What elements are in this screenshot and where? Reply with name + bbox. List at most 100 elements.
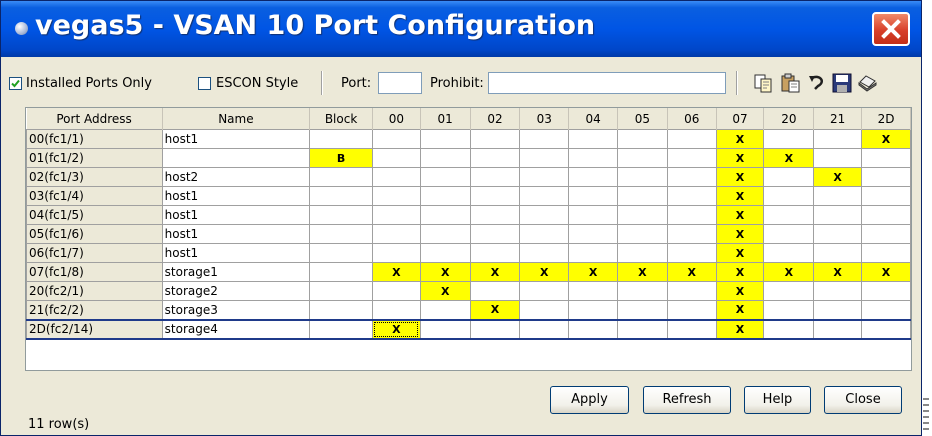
prohibit-cell[interactable]: X bbox=[861, 262, 911, 282]
block-cell[interactable] bbox=[309, 224, 373, 244]
prohibit-cell[interactable] bbox=[813, 281, 863, 301]
save-icon[interactable] bbox=[831, 72, 853, 94]
prohibit-cell[interactable] bbox=[469, 224, 521, 244]
prohibit-cell[interactable] bbox=[371, 300, 421, 320]
table-row[interactable]: 07(fc1/8) storage1 X X X X X X X X X X X bbox=[26, 262, 911, 282]
prohibit-cell[interactable]: X bbox=[715, 318, 765, 340]
paste-icon[interactable] bbox=[780, 72, 802, 94]
port-name-cell[interactable]: host1 bbox=[161, 186, 311, 206]
port-name-cell[interactable]: host1 bbox=[161, 224, 311, 244]
prohibit-cell[interactable] bbox=[568, 167, 619, 187]
prohibit-cell[interactable] bbox=[371, 186, 421, 206]
prohibit-cell[interactable] bbox=[666, 148, 717, 168]
prohibit-cell[interactable] bbox=[371, 243, 421, 263]
prohibit-cell[interactable]: X bbox=[763, 262, 815, 282]
prohibit-cell[interactable]: X bbox=[715, 186, 765, 206]
prohibit-cell[interactable] bbox=[763, 167, 815, 187]
prohibit-cell[interactable]: X bbox=[813, 167, 863, 187]
prohibit-cell[interactable]: X bbox=[715, 205, 765, 225]
prohibit-cell[interactable] bbox=[469, 167, 521, 187]
prohibit-cell[interactable]: X bbox=[617, 262, 668, 282]
column-header[interactable]: Block bbox=[309, 108, 373, 130]
column-header[interactable]: 00 bbox=[372, 108, 421, 130]
block-cell[interactable] bbox=[309, 262, 373, 282]
prohibit-cell[interactable] bbox=[568, 224, 619, 244]
prohibit-cell[interactable] bbox=[861, 205, 911, 225]
column-header[interactable]: 01 bbox=[420, 108, 471, 130]
prohibit-cell[interactable] bbox=[813, 300, 863, 320]
prohibit-cell[interactable] bbox=[861, 186, 911, 206]
apply-button[interactable]: Apply bbox=[550, 386, 629, 414]
prohibit-cell[interactable]: X bbox=[715, 167, 765, 187]
prohibit-cell[interactable] bbox=[419, 186, 471, 206]
prohibit-cell[interactable] bbox=[519, 148, 570, 168]
prohibit-cell[interactable] bbox=[568, 318, 619, 340]
prohibit-cell[interactable] bbox=[568, 129, 619, 149]
prohibit-cell[interactable] bbox=[519, 167, 570, 187]
prohibit-cell[interactable] bbox=[617, 243, 668, 263]
table-row[interactable]: 2D(fc2/14) storage4 X X bbox=[26, 318, 911, 340]
table-row[interactable]: 00(fc1/1) host1 X X bbox=[26, 129, 911, 149]
prohibit-cell[interactable]: X bbox=[813, 262, 863, 282]
prohibit-cell[interactable] bbox=[813, 318, 863, 340]
installed-ports-only-checkbox[interactable] bbox=[9, 77, 22, 90]
prohibit-cell[interactable] bbox=[568, 148, 619, 168]
title-bar[interactable]: vegas5 - VSAN 10 Port Configuration bbox=[1, 1, 921, 57]
prohibit-cell[interactable] bbox=[813, 243, 863, 263]
prohibit-cell[interactable] bbox=[519, 224, 570, 244]
port-name-cell[interactable]: host1 bbox=[161, 243, 311, 263]
prohibit-cell[interactable] bbox=[763, 243, 815, 263]
prohibit-cell[interactable] bbox=[617, 300, 668, 320]
block-cell[interactable] bbox=[309, 281, 373, 301]
prohibit-cell[interactable] bbox=[568, 205, 619, 225]
prohibit-cell[interactable] bbox=[666, 224, 717, 244]
prohibit-cell[interactable] bbox=[666, 129, 717, 149]
table-row[interactable]: 03(fc1/4) host1 X bbox=[26, 186, 911, 206]
column-header[interactable]: 04 bbox=[568, 108, 619, 130]
prohibit-cell[interactable]: X bbox=[519, 262, 570, 282]
prohibit-cell[interactable] bbox=[666, 300, 717, 320]
prohibit-cell[interactable] bbox=[813, 205, 863, 225]
prohibit-cell[interactable] bbox=[617, 281, 668, 301]
prohibit-cell[interactable] bbox=[371, 205, 421, 225]
prohibit-cell[interactable]: X bbox=[715, 129, 765, 149]
prohibit-cell[interactable] bbox=[469, 186, 521, 206]
column-header[interactable]: 07 bbox=[716, 108, 765, 130]
column-header[interactable]: 21 bbox=[813, 108, 863, 130]
prohibit-cell[interactable] bbox=[861, 224, 911, 244]
prohibit-cell[interactable] bbox=[469, 281, 521, 301]
print-icon[interactable] bbox=[856, 72, 878, 94]
prohibit-cell[interactable]: X bbox=[469, 262, 521, 282]
block-cell[interactable] bbox=[309, 243, 373, 263]
prohibit-cell[interactable]: X bbox=[715, 281, 765, 301]
prohibit-cell[interactable]: X bbox=[715, 300, 765, 320]
prohibit-cell[interactable] bbox=[371, 148, 421, 168]
prohibit-cell[interactable]: X bbox=[763, 148, 815, 168]
prohibit-cell[interactable]: X bbox=[861, 129, 911, 149]
block-cell[interactable] bbox=[309, 167, 373, 187]
prohibit-cell[interactable] bbox=[617, 318, 668, 340]
escon-style-checkbox[interactable] bbox=[198, 77, 211, 90]
block-cell[interactable] bbox=[309, 300, 373, 320]
prohibit-cell[interactable] bbox=[617, 224, 668, 244]
prohibit-cell[interactable] bbox=[763, 224, 815, 244]
prohibit-cell[interactable] bbox=[419, 205, 471, 225]
prohibit-cell[interactable] bbox=[813, 148, 863, 168]
column-header[interactable]: 03 bbox=[519, 108, 570, 130]
port-name-cell[interactable]: storage2 bbox=[161, 281, 311, 301]
prohibit-cell[interactable] bbox=[419, 318, 471, 340]
table-row[interactable]: 21(fc2/2) storage3 X X bbox=[26, 300, 911, 320]
copy-icon[interactable] bbox=[753, 72, 775, 94]
prohibit-cell[interactable] bbox=[813, 129, 863, 149]
prohibit-cell[interactable]: X bbox=[371, 318, 421, 340]
prohibit-cell[interactable] bbox=[763, 205, 815, 225]
prohibit-cell[interactable] bbox=[519, 243, 570, 263]
prohibit-cell[interactable] bbox=[666, 205, 717, 225]
prohibit-cell[interactable] bbox=[469, 205, 521, 225]
port-name-cell[interactable]: host2 bbox=[161, 167, 311, 187]
table-row[interactable]: 20(fc2/1) storage2 X X bbox=[26, 281, 911, 301]
column-header[interactable]: 2D bbox=[861, 108, 911, 130]
port-name-cell[interactable] bbox=[161, 148, 311, 168]
column-header[interactable]: Name bbox=[162, 108, 311, 130]
block-cell[interactable] bbox=[309, 186, 373, 206]
